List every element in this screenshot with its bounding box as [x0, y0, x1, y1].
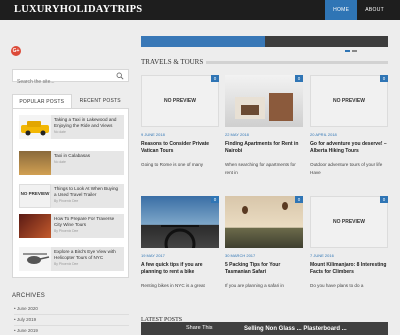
- search-input[interactable]: [13, 76, 128, 88]
- archives-list: June 2020 July 2019 June 2019: [14, 304, 129, 335]
- archive-link[interactable]: July 2019: [14, 315, 129, 326]
- post-title[interactable]: Finding Apartments for Rent in Nairobi: [225, 141, 303, 154]
- post-title[interactable]: Reasons to Consider Private Vatican Tour…: [141, 141, 219, 154]
- apartment-image[interactable]: [225, 75, 303, 127]
- comment-count-badge: 0: [295, 196, 303, 203]
- no-preview-image[interactable]: NO PREVIEW: [310, 196, 388, 248]
- post-date: By Phoenix Dee: [54, 199, 79, 203]
- post-title[interactable]: Things to Look At When Buying a Used Tra…: [54, 186, 121, 198]
- comment-count-badge: 0: [211, 75, 219, 82]
- wine-thumbnail: [19, 214, 51, 238]
- post-tabs: POPULAR POSTS RECENT POSTS: [12, 94, 129, 108]
- list-item[interactable]: How To Prepare For Traverse City Wine To…: [19, 214, 124, 238]
- post-excerpt: If you are planning a safari in: [225, 283, 284, 288]
- post-title[interactable]: Taxi in Calabasas: [54, 153, 121, 159]
- post-title[interactable]: 5 Packing Tips for Your Tasmanian Safari: [225, 262, 303, 275]
- tab-popular-posts[interactable]: POPULAR POSTS: [12, 94, 72, 108]
- nav-home[interactable]: HOME: [325, 0, 358, 20]
- helicopter-thumbnail: [19, 247, 51, 271]
- slider-dot[interactable]: [345, 50, 350, 52]
- archive-link[interactable]: June 2020: [14, 304, 129, 315]
- post-excerpt: Renting bikes in NYC is a great: [141, 283, 205, 288]
- comment-count-badge: 0: [211, 196, 219, 203]
- post-title[interactable]: A few quick tips if you are planning to …: [141, 262, 219, 275]
- post-date: 30 MARCH 2017: [225, 253, 256, 258]
- popular-posts-panel: Taking a Taxi in Lakewood and Enjoying t…: [12, 108, 129, 278]
- taxi-thumbnail: [19, 151, 51, 175]
- no-preview-thumbnail: NO PREVIEW: [19, 184, 51, 208]
- slider-progress: [141, 36, 265, 47]
- search-icon[interactable]: [116, 72, 124, 80]
- post-title[interactable]: Go for adventure you deserve! – Alberta …: [310, 141, 388, 154]
- post-title[interactable]: How To Prepare For Traverse City Wine To…: [54, 216, 121, 228]
- post-title[interactable]: Taking a Taxi in Lakewood and Enjoying t…: [54, 117, 121, 129]
- slider-pagination: [343, 50, 357, 52]
- nav-about[interactable]: ABOUT: [357, 0, 392, 20]
- archive-link[interactable]: June 2019: [14, 326, 129, 335]
- section-divider: [206, 61, 388, 64]
- post-excerpt: Going to Rome is one of many: [141, 162, 204, 167]
- main-nav: HOME ABOUT: [325, 0, 392, 20]
- post-title[interactable]: Explore a Bird's Eye View with Helicopte…: [54, 249, 121, 261]
- bike-image[interactable]: [141, 196, 219, 248]
- section-title: TRAVELS & TOURS: [141, 58, 204, 66]
- list-item[interactable]: Taxi in Calabasas No date: [19, 151, 124, 175]
- post-excerpt: Do you have plans to do a: [310, 283, 364, 288]
- share-this-button[interactable]: Share This: [186, 325, 213, 331]
- google-plus-icon[interactable]: G+: [11, 46, 21, 56]
- post-date: 9 JUNE 2018: [141, 132, 165, 137]
- archives-title: ARCHIVES: [12, 293, 46, 299]
- post-date: 22 MAY 2018: [225, 132, 249, 137]
- post-title[interactable]: Mount Kilimanjaro: 8 Interesting Facts f…: [310, 262, 388, 275]
- post-date: 20 APRIL 2018: [310, 132, 337, 137]
- no-preview-image[interactable]: NO PREVIEW: [141, 75, 219, 127]
- post-date: No date: [54, 160, 66, 164]
- post-date: No date: [54, 130, 66, 134]
- post-date: By Phoenix Dee: [54, 262, 79, 266]
- search-box: [12, 69, 129, 88]
- list-item[interactable]: NO PREVIEW Things to Look At When Buying…: [19, 184, 124, 208]
- taxi-thumbnail: [19, 115, 51, 139]
- top-header: LUXURYHOLIDAYTRIPS HOME ABOUT: [0, 0, 400, 20]
- post-date: 19 MAY 2017: [141, 253, 165, 258]
- slider-dot[interactable]: [352, 50, 357, 52]
- tab-recent-posts[interactable]: RECENT POSTS: [72, 94, 130, 108]
- safari-image[interactable]: [225, 196, 303, 248]
- list-item[interactable]: Taking a Taxi in Lakewood and Enjoying t…: [19, 115, 124, 139]
- latest-post-preview[interactable]: Selling Non Glass ... Plasterboard ...: [244, 326, 347, 332]
- post-date: 7 JUNE 2016: [310, 253, 334, 258]
- comment-count-badge: 0: [295, 75, 303, 82]
- site-logo[interactable]: LUXURYHOLIDAYTRIPS: [14, 4, 142, 15]
- share-bar: Share This Selling Non Glass ... Plaster…: [141, 322, 388, 335]
- comment-count-badge: 0: [380, 196, 388, 203]
- post-date: By Phoenix Dee: [54, 229, 79, 233]
- comment-count-badge: 0: [380, 75, 388, 82]
- featured-slider[interactable]: [141, 36, 388, 47]
- post-excerpt: Outdoor adventure tours of your life Hav…: [310, 162, 383, 175]
- no-preview-image[interactable]: NO PREVIEW: [310, 75, 388, 127]
- list-item[interactable]: Explore a Bird's Eye View with Helicopte…: [19, 247, 124, 271]
- post-excerpt: When searching for apartments for rent i…: [225, 162, 296, 175]
